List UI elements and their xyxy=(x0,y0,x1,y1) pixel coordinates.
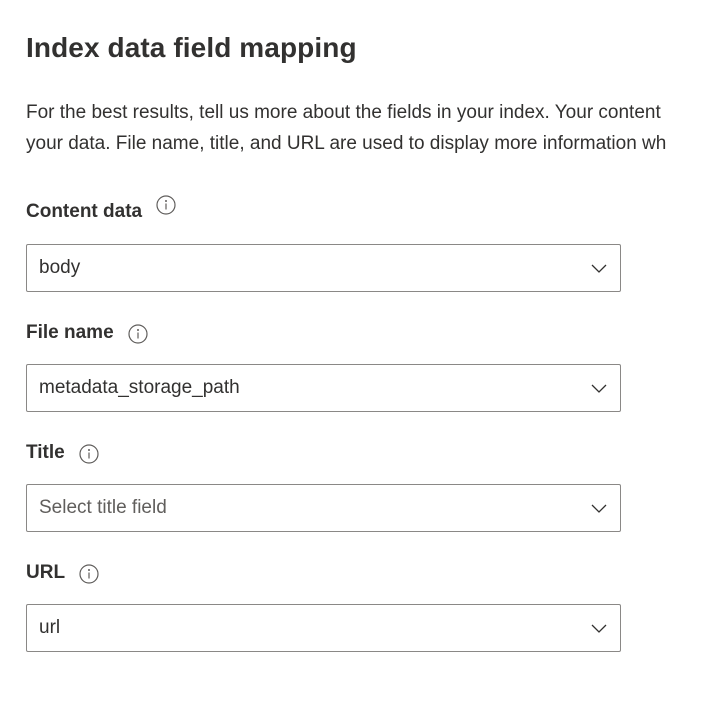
info-icon[interactable] xyxy=(79,564,99,584)
title-placeholder: Select title field xyxy=(39,497,167,518)
info-icon[interactable] xyxy=(79,444,99,464)
title-label: Title xyxy=(26,442,65,463)
file-name-value: metadata_storage_path xyxy=(39,377,240,398)
title-dropdown[interactable]: Select title field xyxy=(26,484,621,532)
info-icon[interactable] xyxy=(128,324,148,344)
chevron-down-icon xyxy=(590,499,608,517)
content-data-dropdown[interactable]: body xyxy=(26,244,621,292)
description-line-2: your data. File name, title, and URL are… xyxy=(26,133,667,154)
url-value: url xyxy=(39,617,61,638)
page-title: Index data field mapping xyxy=(26,32,357,63)
title-label-row: Title xyxy=(26,442,99,464)
content-data-value: body xyxy=(39,257,81,278)
url-label-row: URL xyxy=(26,562,99,584)
info-icon[interactable] xyxy=(156,195,176,215)
url-dropdown[interactable]: url xyxy=(26,604,621,652)
chevron-down-icon xyxy=(590,379,608,397)
file-name-dropdown[interactable]: metadata_storage_path xyxy=(26,364,621,412)
chevron-down-icon xyxy=(590,619,608,637)
field-mapping-panel: Index data field mapping For the best re… xyxy=(26,0,723,725)
file-name-label: File name xyxy=(26,322,114,343)
description-line-1: For the best results, tell us more about… xyxy=(26,102,661,123)
url-label: URL xyxy=(26,562,66,583)
file-name-label-row: File name xyxy=(26,322,148,344)
content-data-label-row: Content data xyxy=(26,195,176,223)
page-description: For the best results, tell us more about… xyxy=(26,97,723,159)
content-data-label: Content data xyxy=(26,201,143,222)
chevron-down-icon xyxy=(590,259,608,277)
